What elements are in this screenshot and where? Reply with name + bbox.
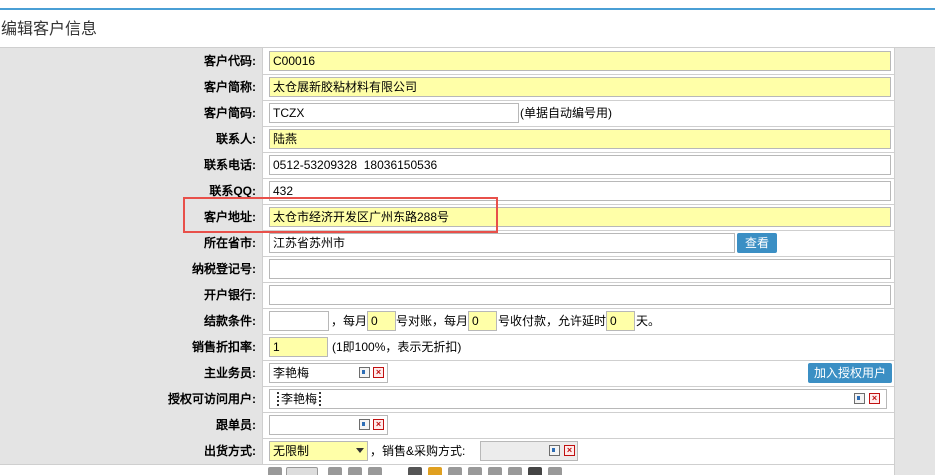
row-discount: 销售折扣率: 1 (1即100%，表示无折扣) — [0, 334, 894, 361]
shipping-label: 出货方式: — [0, 438, 263, 464]
contact-input[interactable]: 陆燕 — [269, 129, 891, 149]
row-payment-terms: 结款条件: ，每月 0 号对账，每月 0 号收付款，允许延时 0 天。 — [0, 308, 894, 335]
sales-purchase-text: ，销售&采购方式: — [370, 444, 466, 458]
toolbar-icon[interactable] — [348, 467, 362, 475]
toolbar-icon[interactable] — [528, 467, 542, 475]
customer-code-label: 客户代码: — [0, 48, 263, 74]
toolbar-icon[interactable] — [508, 467, 522, 475]
province-city-input[interactable]: 江苏省苏州市 — [269, 233, 735, 253]
authorized-users-pick-icon[interactable] — [854, 393, 865, 404]
chevron-down-icon — [356, 448, 364, 453]
statement-day-input[interactable]: 0 — [367, 311, 396, 331]
row-contact: 联系人: 陆燕 — [0, 126, 894, 153]
toolbar-icon[interactable] — [408, 467, 422, 475]
salesman-input[interactable]: 李艳梅 — [269, 363, 388, 383]
authorized-users-clear-icon[interactable]: × — [869, 393, 880, 404]
toolbar-icon[interactable] — [488, 467, 502, 475]
follower-input[interactable] — [269, 415, 388, 435]
payment-text-statement: 号对账，每月 — [396, 314, 469, 328]
view-button[interactable]: 查看 — [737, 233, 777, 253]
customer-short-name-label: 客户简称: — [0, 74, 263, 100]
toolbar-icon[interactable] — [368, 467, 382, 475]
payment-day-input[interactable]: 0 — [468, 311, 497, 331]
row-customer-code: 客户代码: C00016 — [0, 48, 894, 75]
customer-short-name-input[interactable]: 太仓展新胶粘材料有限公司 — [269, 77, 891, 97]
sales-purchase-clear-icon[interactable]: × — [564, 445, 575, 456]
row-customer-abbrev: 客户简码: TCZX (单据自动编号用) — [0, 100, 894, 127]
delay-days-input[interactable]: 0 — [606, 311, 635, 331]
discount-input[interactable]: 1 — [269, 337, 328, 357]
authorized-users-label: 授权可访问用户: — [0, 386, 263, 412]
bank-label: 开户银行: — [0, 282, 263, 308]
authorized-user-tag: 李艳梅 — [277, 392, 322, 406]
toolbar-icon[interactable] — [548, 467, 562, 475]
authorized-users-input[interactable]: 李艳梅 — [269, 389, 887, 409]
follower-clear-icon[interactable]: × — [373, 419, 384, 430]
address-highlight-box — [183, 197, 498, 233]
row-bank: 开户银行: — [0, 282, 894, 309]
toolbar-icon[interactable] — [428, 467, 442, 475]
row-authorized-users: 授权可访问用户: 李艳梅 × — [0, 386, 894, 413]
row-phone: 联系电话: 0512-53209328 18036150536 — [0, 152, 894, 179]
row-follower: 跟单员: × — [0, 412, 894, 439]
contact-label: 联系人: — [0, 126, 263, 152]
shipping-method-value: 无限制 — [273, 444, 310, 458]
customer-abbrev-note: (单据自动编号用) — [520, 106, 612, 120]
page-title: 编辑客户信息 — [1, 21, 98, 38]
toolbar-icon[interactable] — [268, 467, 282, 475]
discount-note: (1即100%，表示无折扣) — [332, 340, 462, 354]
discount-label: 销售折扣率: — [0, 334, 263, 360]
sales-purchase-pick-icon[interactable] — [549, 445, 560, 456]
shipping-method-select[interactable]: 无限制 — [269, 441, 368, 461]
payment-text-delay: 号收付款，允许延时 — [498, 314, 607, 328]
tax-number-label: 纳税登记号: — [0, 256, 263, 282]
bank-input[interactable] — [269, 285, 891, 305]
salesman-clear-icon[interactable]: × — [373, 367, 384, 378]
follower-pick-icon[interactable] — [359, 419, 370, 430]
add-authorized-user-button[interactable]: 加入授权用户 — [808, 363, 892, 383]
row-shipping: 出货方式: 无限制 ，销售&采购方式: × — [0, 438, 894, 465]
customer-code-input[interactable]: C00016 — [269, 51, 891, 71]
row-salesman: 主业务员: 李艳梅 × 加入授权用户 — [0, 360, 894, 387]
top-accent-line — [0, 8, 935, 10]
tax-number-input[interactable] — [269, 259, 891, 279]
follower-label: 跟单员: — [0, 412, 263, 438]
toolbar-icon[interactable] — [468, 467, 482, 475]
right-gutter — [894, 48, 935, 475]
payment-terms-input[interactable] — [269, 311, 329, 331]
payment-text-monthly: ，每月 — [331, 314, 368, 328]
customer-abbrev-label: 客户简码: — [0, 100, 263, 126]
row-province-city: 所在省市: 江苏省苏州市 查看 — [0, 230, 894, 257]
phone-label: 联系电话: — [0, 152, 263, 178]
phone-input[interactable]: 0512-53209328 18036150536 — [269, 155, 891, 175]
payment-terms-label: 结款条件: — [0, 308, 263, 334]
province-city-label: 所在省市: — [0, 230, 263, 256]
customer-abbrev-input[interactable]: TCZX — [269, 103, 519, 123]
row-customer-short-name: 客户简称: 太仓展新胶粘材料有限公司 — [0, 74, 894, 101]
row-tax-number: 纳税登记号: — [0, 256, 894, 283]
editor-toolbar — [268, 467, 608, 475]
payment-text-days: 天。 — [636, 314, 661, 328]
toolbar-font-size-select[interactable] — [286, 467, 318, 475]
toolbar-icon[interactable] — [448, 467, 462, 475]
salesman-label: 主业务员: — [0, 360, 263, 386]
salesman-pick-icon[interactable] — [359, 367, 370, 378]
toolbar-icon[interactable] — [328, 467, 342, 475]
